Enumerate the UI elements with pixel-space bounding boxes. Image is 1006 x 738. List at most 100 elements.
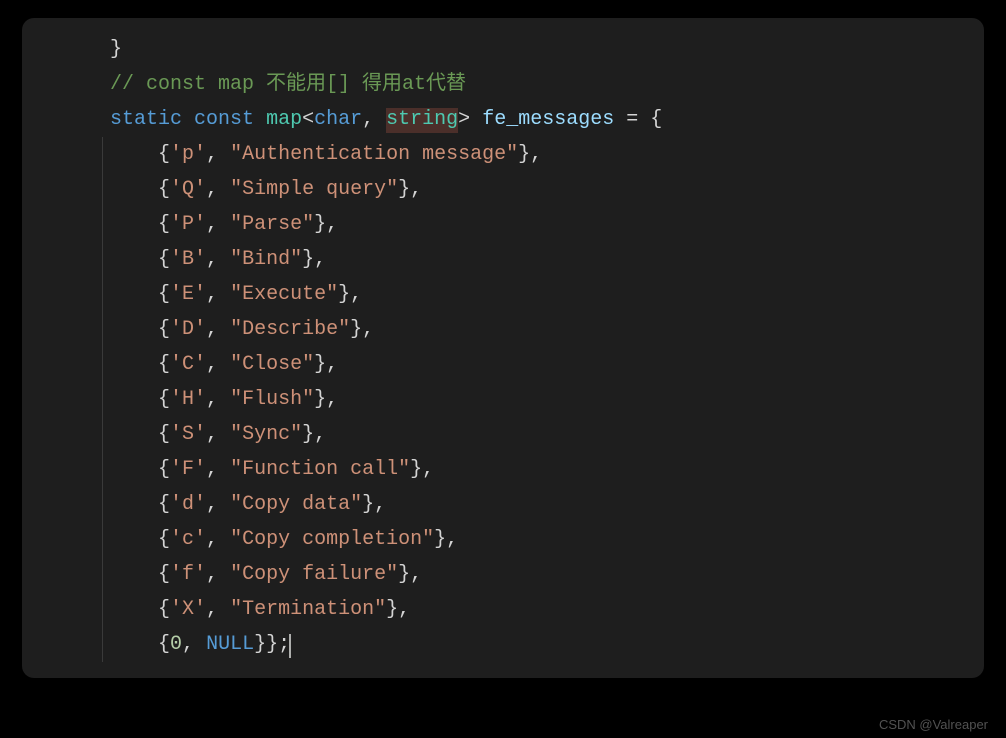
code-line-entry: {'Q', "Simple query"}, [22, 172, 984, 207]
brace-open-icon: { [158, 493, 170, 516]
code-line-entry: {'C', "Close"}, [22, 347, 984, 382]
code-line-entry: {'S', "Sync"}, [22, 417, 984, 452]
indent-guide [102, 487, 103, 522]
indent-guide [102, 312, 103, 347]
entry-value: "Bind" [230, 248, 302, 271]
comma: , [206, 493, 230, 516]
type-string: string [386, 108, 458, 133]
entry-value: "Termination" [230, 598, 386, 621]
entry-value: "Execute" [230, 283, 338, 306]
brace-close-icon: }, [410, 458, 434, 481]
indent-guide [102, 172, 103, 207]
brace-open-icon: { [158, 178, 170, 201]
indent-guide [102, 137, 103, 172]
entry-key: 'F' [170, 458, 206, 481]
indent-guide [102, 347, 103, 382]
entry-value: "Parse" [230, 213, 314, 236]
comma: , [206, 318, 230, 341]
code-line-declaration: static const map<char, string> fe_messag… [22, 102, 984, 137]
brace-open-icon: { [158, 423, 170, 446]
indent-guide [102, 382, 103, 417]
indent-guide [102, 592, 103, 627]
brace-open-icon: { [158, 598, 170, 621]
entry-value: "Authentication message" [230, 143, 518, 166]
closing-brace: } [110, 38, 122, 61]
code-line-last-entry: {0, NULL}}; [22, 627, 984, 662]
entry-value: "Simple query" [230, 178, 398, 201]
indent-guide [102, 277, 103, 312]
kw-static: static [110, 108, 182, 131]
entry-key: 'Q' [170, 178, 206, 201]
code-line-entry: {'c', "Copy completion"}, [22, 522, 984, 557]
entry-value: "Sync" [230, 423, 302, 446]
brace-close-icon: }, [314, 213, 338, 236]
comma: , [362, 108, 386, 131]
indent-guide [102, 452, 103, 487]
kw-const: const [194, 108, 254, 131]
code-editor-panel[interactable]: } // const map 不能用[] 得用at代替 static const… [22, 18, 984, 678]
entry-value: "Close" [230, 353, 314, 376]
brace-close-icon: }, [518, 143, 542, 166]
brace-open-icon: { [158, 248, 170, 271]
zero-literal: 0 [170, 633, 182, 656]
closing-tail: }}; [254, 633, 290, 656]
code-line-entry: {'X', "Termination"}, [22, 592, 984, 627]
indent-guide [102, 557, 103, 592]
comma: , [206, 283, 230, 306]
code-line-entry: {'B', "Bind"}, [22, 242, 984, 277]
code-line-entry: {'P', "Parse"}, [22, 207, 984, 242]
entry-key: 'C' [170, 353, 206, 376]
angle-close: > [458, 108, 470, 131]
brace-close-icon: }, [314, 388, 338, 411]
entry-key: 'D' [170, 318, 206, 341]
entry-value: "Copy data" [230, 493, 362, 516]
entry-key: 'X' [170, 598, 206, 621]
comma: , [206, 423, 230, 446]
brace-open-icon: { [158, 353, 170, 376]
entry-value: "Function call" [230, 458, 410, 481]
entry-key: 'f' [170, 563, 206, 586]
watermark: CSDN @Valreaper [879, 717, 988, 732]
indent-guide [102, 417, 103, 452]
code-line-entry: {'d', "Copy data"}, [22, 487, 984, 522]
null-literal: NULL [206, 633, 254, 656]
brace-close-icon: }, [302, 248, 326, 271]
brace-close-icon: }, [362, 493, 386, 516]
comma: , [206, 563, 230, 586]
brace-open-icon: { [158, 563, 170, 586]
type-map: map [266, 108, 302, 131]
code-line-entry: {'f', "Copy failure"}, [22, 557, 984, 592]
brace-close-icon: }, [314, 353, 338, 376]
entry-key: 'd' [170, 493, 206, 516]
comma: , [206, 143, 230, 166]
identifier: fe_messages [482, 108, 614, 131]
brace-close-icon: }, [434, 528, 458, 551]
entry-key: 'B' [170, 248, 206, 271]
brace-close-icon: }, [350, 318, 374, 341]
brace-open-icon: { [158, 283, 170, 306]
entry-value: "Describe" [230, 318, 350, 341]
entry-key: 'p' [170, 143, 206, 166]
brace-close-icon: }, [338, 283, 362, 306]
entry-value: "Copy completion" [230, 528, 434, 551]
brace-close-icon: }, [302, 423, 326, 446]
code-line-entry: {'p', "Authentication message"}, [22, 137, 984, 172]
code-line-entry: {'E', "Execute"}, [22, 277, 984, 312]
brace-close-icon: }, [386, 598, 410, 621]
entry-key: 'H' [170, 388, 206, 411]
indent-guide [102, 522, 103, 557]
brace-open-icon: { [158, 388, 170, 411]
assign-open: = { [614, 108, 662, 131]
brace-open-icon: { [158, 213, 170, 236]
brace-open-icon: { [158, 318, 170, 341]
code-line-entry: {'H', "Flush"}, [22, 382, 984, 417]
brace-open-icon: { [158, 143, 170, 166]
comma: , [206, 528, 230, 551]
brace-open-icon: { [158, 458, 170, 481]
code-line: } [22, 32, 984, 67]
angle-open: < [302, 108, 314, 131]
text-cursor [289, 634, 291, 658]
indent-guide [102, 242, 103, 277]
comma: , [206, 248, 230, 271]
entry-key: 'E' [170, 283, 206, 306]
